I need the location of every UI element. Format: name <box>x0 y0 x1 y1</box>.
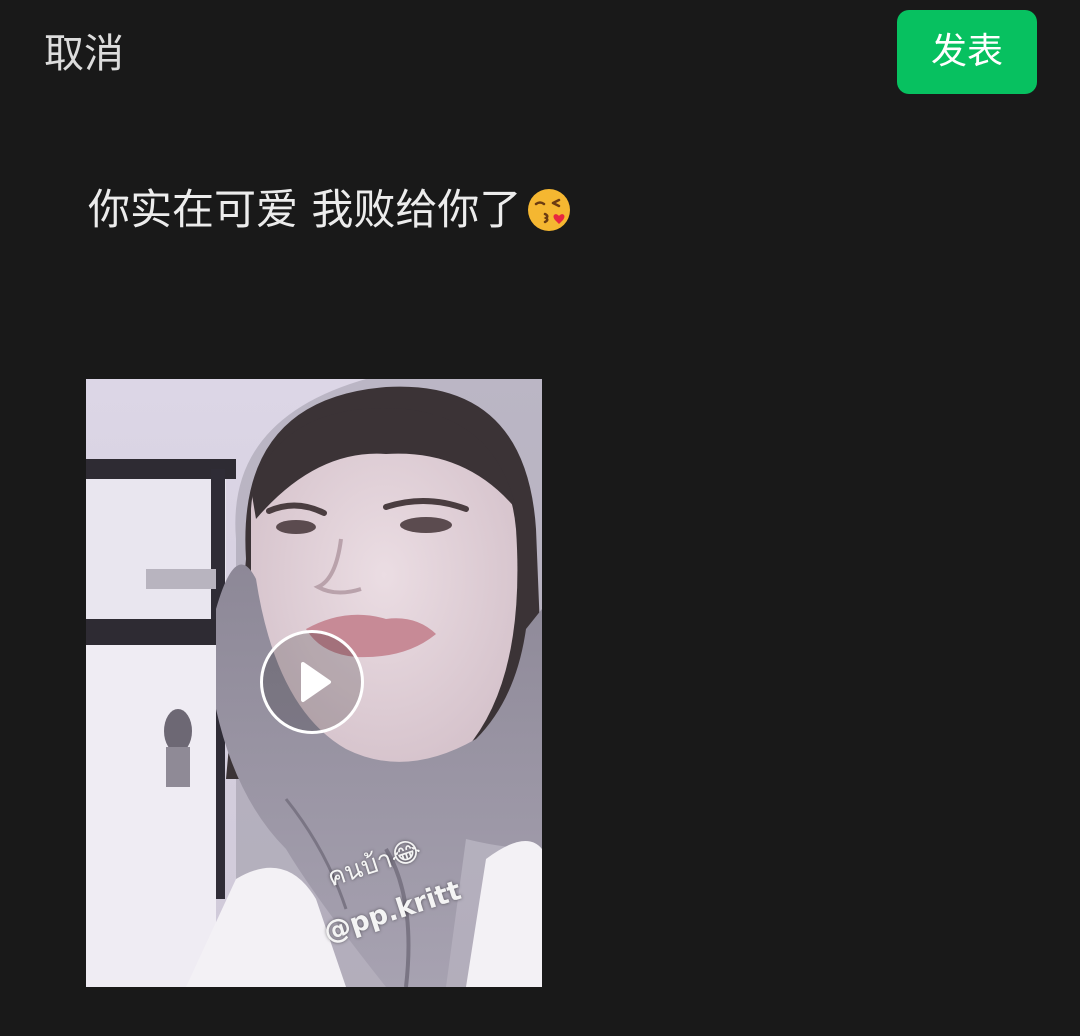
cancel-button[interactable]: 取消 <box>44 28 124 80</box>
play-icon <box>301 662 331 702</box>
post-text: 你实在可爱 我败给你了 <box>88 185 522 234</box>
face-blowing-kiss-icon <box>528 189 571 231</box>
compose-moment-screen: 取消 发表 你实在可爱 我败给你了 คนบ้า😂 @pp.kritt <box>0 0 1080 1036</box>
post-text-input[interactable]: 你实在可爱 我败给你了 <box>88 182 573 238</box>
play-button[interactable] <box>260 630 364 734</box>
publish-button[interactable]: 发表 <box>897 10 1037 94</box>
video-thumbnail[interactable]: คนบ้า😂 @pp.kritt <box>86 379 542 987</box>
